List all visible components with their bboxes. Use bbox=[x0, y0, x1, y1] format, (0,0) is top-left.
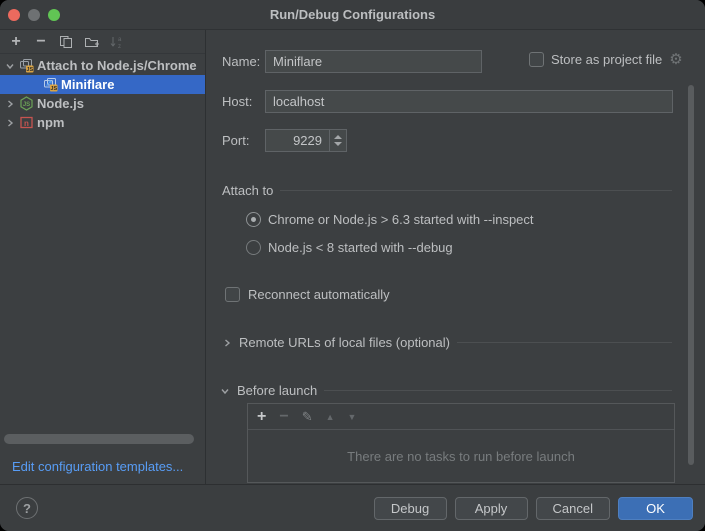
increment-icon[interactable] bbox=[334, 135, 342, 139]
host-label: Host: bbox=[222, 90, 252, 113]
svg-text:JS: JS bbox=[23, 102, 30, 108]
move-down-icon: ▼ bbox=[348, 412, 357, 422]
tree-item-label: npm bbox=[37, 115, 64, 130]
copy-configuration-icon[interactable] bbox=[58, 34, 74, 50]
dialog-footer: ? Debug Apply Cancel OK bbox=[0, 484, 705, 531]
title-bar: Run/Debug Configurations bbox=[0, 0, 705, 30]
tree-item-attach-group[interactable]: JS Attach to Node.js/Chrome bbox=[0, 56, 205, 75]
run-debug-configurations-dialog: Run/Debug Configurations + − az JS bbox=[0, 0, 705, 531]
port-stepper-buttons[interactable] bbox=[330, 129, 347, 152]
attach-to-label: Attach to bbox=[222, 183, 273, 198]
chevron-right-icon[interactable] bbox=[222, 338, 232, 348]
nodejs-icon: JS bbox=[19, 96, 34, 111]
add-configuration-icon[interactable]: + bbox=[8, 34, 24, 50]
move-up-icon: ▲ bbox=[326, 412, 335, 422]
sidebar-toolbar: + − az bbox=[0, 30, 205, 54]
edit-configuration-templates-link[interactable]: Edit configuration templates... bbox=[12, 459, 183, 474]
port-input[interactable] bbox=[265, 129, 330, 152]
before-launch-label: Before launch bbox=[237, 383, 317, 398]
cancel-button[interactable]: Cancel bbox=[536, 497, 610, 520]
radio-label: Node.js < 8 started with --debug bbox=[268, 240, 453, 255]
edit-task-icon: ✎ bbox=[302, 409, 313, 425]
port-spinner bbox=[265, 129, 347, 152]
attach-to-section-header: Attach to bbox=[222, 182, 672, 199]
configurations-tree: JS Attach to Node.js/Chrome JS Miniflare… bbox=[0, 56, 205, 132]
svg-text:JS: JS bbox=[50, 86, 57, 92]
gear-icon[interactable]: ⚙ bbox=[669, 52, 682, 67]
debug-button[interactable]: Debug bbox=[374, 497, 447, 520]
configurations-sidebar: + − az JS Attach to Node.js/Chrome bbox=[0, 30, 206, 484]
radio-label: Chrome or Node.js > 6.3 started with --i… bbox=[268, 212, 534, 227]
apply-button[interactable]: Apply bbox=[455, 497, 528, 520]
section-divider bbox=[457, 342, 672, 343]
attach-config-type-icon: JS bbox=[19, 58, 34, 73]
store-as-project-file-row: Store as project file ⚙ bbox=[529, 52, 683, 67]
chevron-down-icon[interactable] bbox=[220, 386, 230, 396]
remote-urls-section-header[interactable]: Remote URLs of local files (optional) bbox=[222, 334, 672, 351]
before-launch-toolbar: + − ✎ ▲ ▼ bbox=[248, 404, 674, 430]
help-button[interactable]: ? bbox=[16, 497, 38, 519]
store-as-project-file-label: Store as project file bbox=[551, 52, 662, 67]
reconnect-automatically-checkbox[interactable] bbox=[225, 287, 240, 302]
svg-text:z: z bbox=[118, 44, 121, 49]
remote-urls-label: Remote URLs of local files (optional) bbox=[239, 335, 450, 350]
port-label: Port: bbox=[222, 129, 249, 152]
tree-item-miniflare[interactable]: JS Miniflare bbox=[0, 75, 205, 94]
tree-item-label: Miniflare bbox=[61, 77, 114, 92]
before-launch-tasks-panel: + − ✎ ▲ ▼ There are no tasks to run befo… bbox=[247, 403, 675, 483]
name-input[interactable] bbox=[265, 50, 482, 73]
radio-option-debug[interactable]: Node.js < 8 started with --debug bbox=[246, 238, 453, 256]
store-as-project-file-checkbox[interactable] bbox=[529, 52, 544, 67]
attach-config-icon: JS bbox=[43, 77, 58, 92]
tree-item-label: Node.js bbox=[37, 96, 84, 111]
svg-text:JS: JS bbox=[26, 67, 33, 73]
sort-configurations-icon: az bbox=[108, 34, 124, 50]
radio-unselected-icon[interactable] bbox=[246, 240, 261, 255]
chevron-right-icon[interactable] bbox=[4, 118, 16, 128]
chevron-right-icon[interactable] bbox=[4, 99, 16, 109]
svg-text:n: n bbox=[24, 119, 29, 128]
decrement-icon[interactable] bbox=[334, 142, 342, 146]
remove-configuration-icon[interactable]: − bbox=[33, 34, 49, 50]
reconnect-automatically-label: Reconnect automatically bbox=[248, 287, 390, 302]
footer-buttons: Debug Apply Cancel OK bbox=[374, 497, 693, 520]
no-tasks-message: There are no tasks to run before launch bbox=[248, 430, 674, 482]
sidebar-horizontal-scrollbar[interactable] bbox=[4, 434, 194, 444]
section-divider bbox=[324, 390, 672, 391]
svg-text:a: a bbox=[118, 37, 122, 43]
configuration-form: Name: Store as project file ⚙ Host: Port… bbox=[207, 30, 705, 484]
dialog-title: Run/Debug Configurations bbox=[0, 0, 705, 29]
tree-item-npm[interactable]: n npm bbox=[0, 113, 205, 132]
new-folder-icon[interactable] bbox=[83, 34, 99, 50]
reconnect-automatically-row[interactable]: Reconnect automatically bbox=[225, 285, 390, 303]
host-input[interactable] bbox=[265, 90, 673, 113]
tree-item-label: Attach to Node.js/Chrome bbox=[37, 58, 197, 73]
radio-selected-icon[interactable] bbox=[246, 212, 261, 227]
chevron-down-icon[interactable] bbox=[4, 61, 16, 71]
remove-task-icon: − bbox=[279, 410, 288, 424]
ok-button[interactable]: OK bbox=[618, 497, 693, 520]
tree-item-nodejs[interactable]: JS Node.js bbox=[0, 94, 205, 113]
name-label: Name: bbox=[222, 50, 260, 73]
add-task-icon[interactable]: + bbox=[257, 410, 266, 424]
before-launch-section-header[interactable]: Before launch bbox=[220, 382, 672, 399]
section-divider bbox=[280, 190, 672, 191]
radio-option-inspect[interactable]: Chrome or Node.js > 6.3 started with --i… bbox=[246, 210, 534, 228]
npm-icon: n bbox=[19, 115, 34, 130]
form-vertical-scrollbar[interactable] bbox=[688, 85, 694, 465]
